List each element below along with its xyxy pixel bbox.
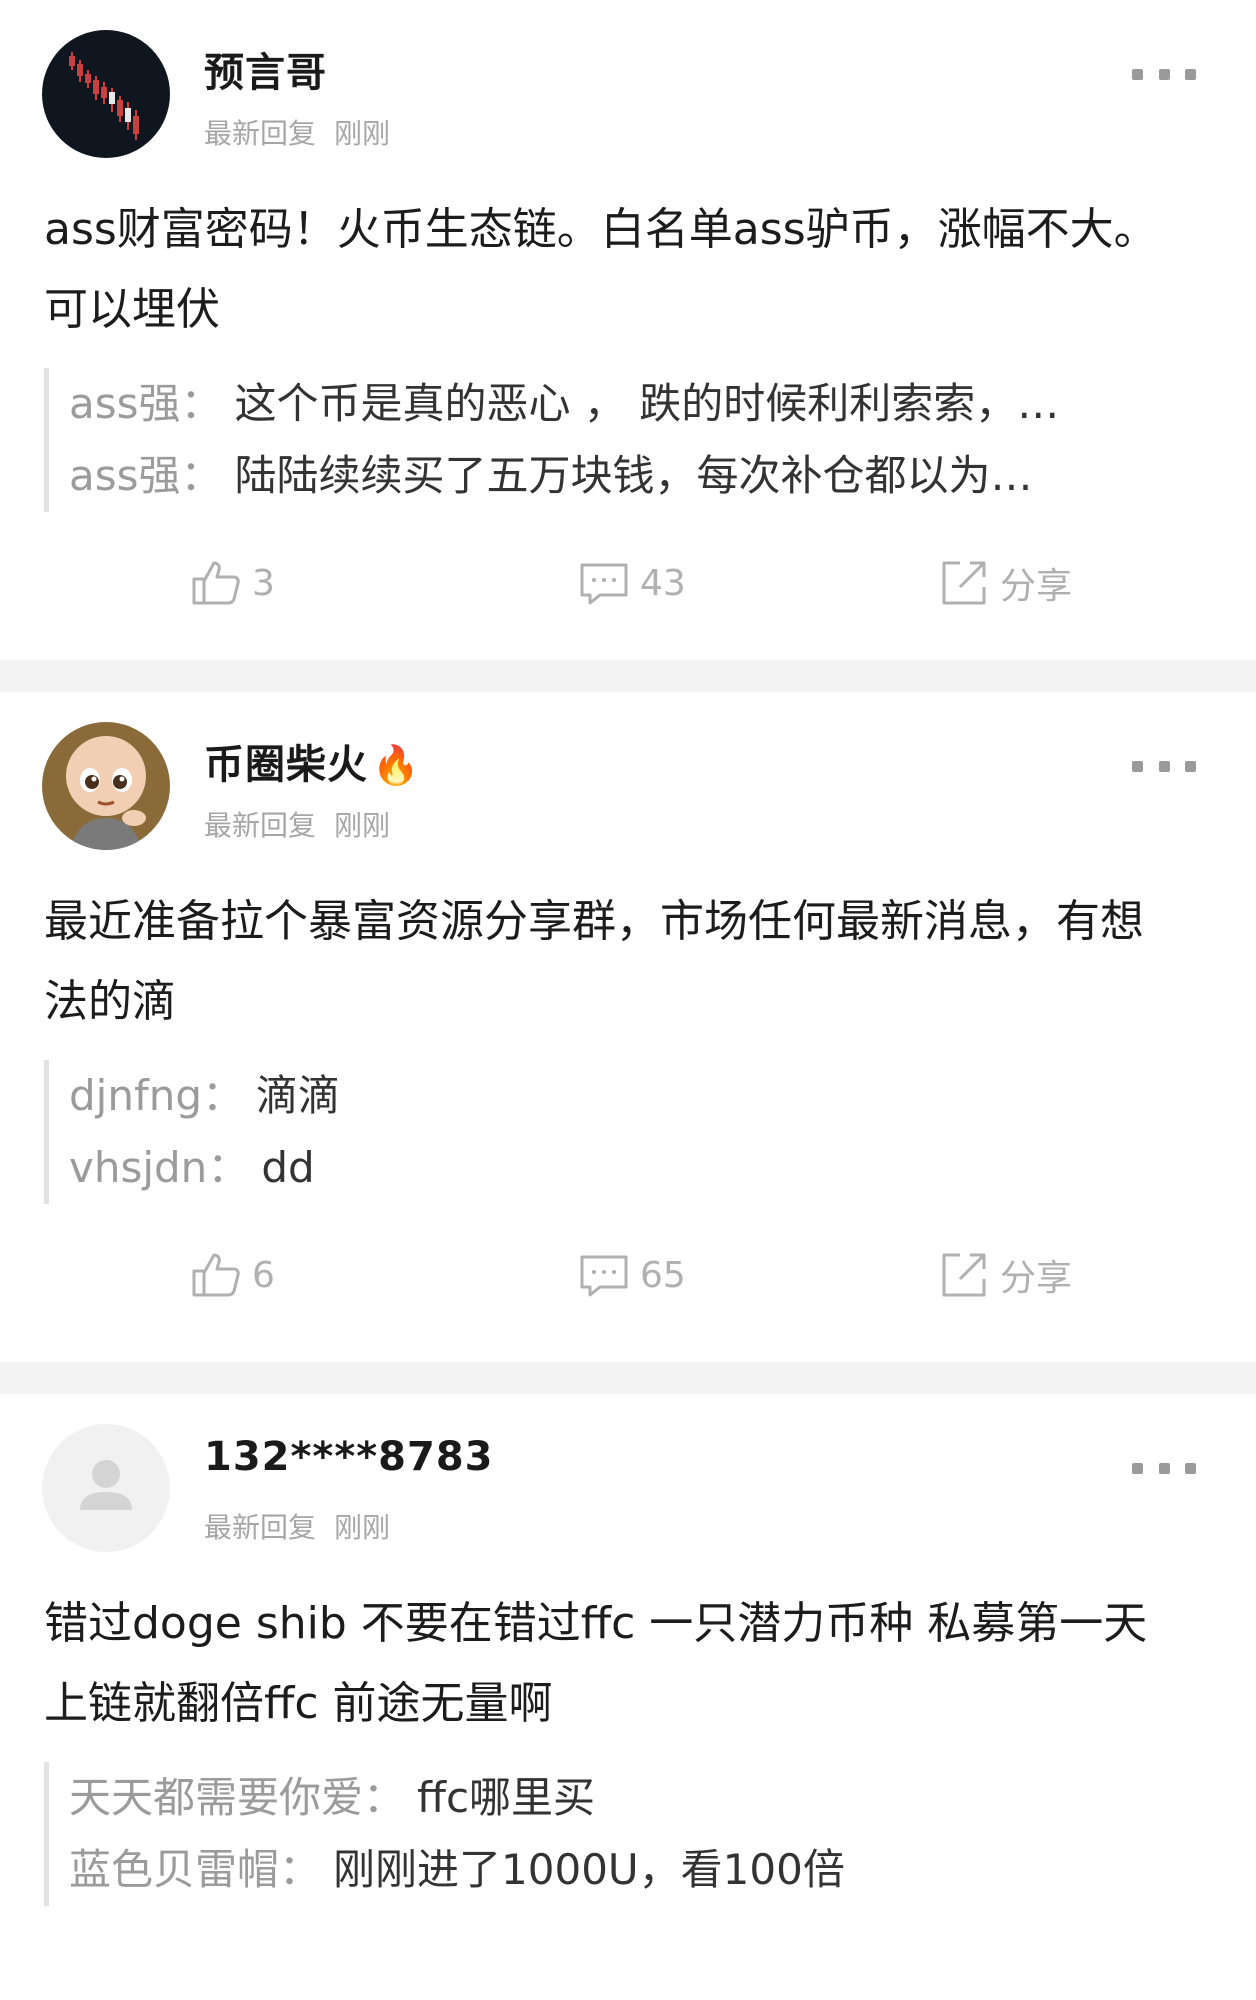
post-content[interactable]: 最近准备拉个暴富资源分享群，市场任何最新消息，有想法的滴 [44,882,1174,1042]
reply-text: 陆陆续续买了五万块钱，每次补仓都以为… [234,451,1033,500]
username-text[interactable]: 币圈柴火 [204,742,368,788]
share-arrow-icon [942,1253,986,1297]
username[interactable]: 132****8783 [204,1434,494,1480]
reply-colon: ： [207,1143,250,1192]
meta-time: 刚刚 [334,117,391,150]
reply-colon: ： [363,1773,406,1822]
comment-feed: 预言哥 最新回复 刚刚 ass财富密码！火币生态链。白名单ass驴币，涨幅不大。可… [0,0,1256,2000]
meta-label: 最新回复 [204,1511,317,1544]
post-meta: 最新回复 刚刚 [204,112,390,152]
reply-preview[interactable]: djnfng： 滴滴 vhsjdn： dd [44,1060,1194,1204]
comment-count: 43 [640,562,686,604]
more-dots-icon[interactable] [1132,758,1196,774]
share-button[interactable]: 分享 [938,1240,1072,1310]
fire-icon: 🔥 [372,743,421,787]
reply-colon: ： [202,1071,245,1120]
chart-avatar-icon[interactable] [42,30,170,158]
reply-author: vhsjdn [69,1143,208,1192]
action-bar: 3 43 分享 [0,548,1256,618]
reply-author: 蓝色贝雷帽 [69,1845,280,1894]
meta-label: 最新回复 [204,809,317,842]
reply-item[interactable]: ass强： 这个币是真的恶心 ， 跌的时候利利索索，… [69,368,1194,440]
post-card: 132****8783 最新回复 刚刚 错过doge shib 不要在错过ffc … [0,1394,1256,2000]
reply-item[interactable]: 蓝色贝雷帽： 刚刚进了1000U，看100倍 [69,1834,1194,1906]
more-dots-icon[interactable] [1132,1460,1196,1476]
share-label: 分享 [1000,1258,1073,1299]
post-content[interactable]: ass财富密码！火币生态链。白名单ass驴币，涨幅不大。可以埋伏 [44,190,1174,350]
like-button[interactable]: 6 [190,1240,275,1310]
reply-preview[interactable]: 天天都需要你爱： ffc哪里买 蓝色贝雷帽： 刚刚进了1000U，看100倍 [44,1762,1194,1906]
reply-text: ffc哪里买 [417,1773,596,1822]
reply-author: djnfng [69,1071,203,1120]
share-label: 分享 [1000,566,1073,607]
post-meta: 最新回复 刚刚 [204,1506,390,1546]
comment-bubble-icon [580,1255,628,1297]
cartoon-monk-avatar-icon[interactable] [42,722,170,850]
meta-time: 刚刚 [334,1511,391,1544]
reply-item[interactable]: 天天都需要你爱： ffc哪里买 [69,1762,1194,1834]
reply-preview[interactable]: ass强： 这个币是真的恶心 ， 跌的时候利利索索，… ass强： 陆陆续续买了五万… [44,368,1194,512]
reply-author: ass强 [69,451,181,500]
username-text[interactable]: 预言哥 [204,50,327,96]
comment-button[interactable]: 43 [578,548,686,618]
reply-text: dd [261,1143,315,1192]
post-card: 币圈柴火 🔥 最新回复 刚刚 最近准备拉个暴富资源分享群，市场任何最新消息，有想法的… [0,692,1256,1362]
reply-text: 滴滴 [256,1071,341,1120]
username-text[interactable]: 132****8783 [204,1434,494,1480]
default-user-avatar-icon[interactable] [42,1424,170,1552]
comment-button[interactable]: 65 [578,1240,686,1310]
action-bar: 6 65 分享 [0,1240,1256,1310]
comment-bubble-icon [580,563,628,605]
comment-count: 65 [640,1254,686,1296]
post-card: 预言哥 最新回复 刚刚 ass财富密码！火币生态链。白名单ass驴币，涨幅不大。可… [0,0,1256,660]
reply-item[interactable]: djnfng： 滴滴 [69,1060,1194,1132]
post-content[interactable]: 错过doge shib 不要在错过ffc 一只潜力币种 私募第一天上链就翻倍ff… [44,1584,1174,1744]
reply-item[interactable]: vhsjdn： dd [69,1132,1194,1204]
like-count: 6 [252,1254,275,1296]
post-divider [0,660,1256,692]
meta-time: 刚刚 [334,809,391,842]
meta-label: 最新回复 [204,117,317,150]
username[interactable]: 预言哥 [204,40,327,98]
more-dots-icon[interactable] [1132,66,1196,82]
post-meta: 最新回复 刚刚 [204,804,390,844]
reply-author: 天天都需要你爱 [69,1773,364,1822]
like-count: 3 [252,562,275,604]
reply-colon: ： [180,451,223,500]
reply-colon: ： [180,379,223,428]
post-divider [0,1362,1256,1394]
reply-author: ass强 [69,379,181,428]
thumbs-up-icon [192,561,240,605]
reply-item[interactable]: ass强： 陆陆续续买了五万块钱，每次补仓都以为… [69,440,1194,512]
like-button[interactable]: 3 [190,548,275,618]
share-button[interactable]: 分享 [938,548,1072,618]
username[interactable]: 币圈柴火 🔥 [204,732,420,790]
reply-text: 刚刚进了1000U，看100倍 [333,1845,845,1894]
reply-colon: ： [279,1845,322,1894]
reply-text: 这个币是真的恶心 ， 跌的时候利利索索，… [234,379,1060,428]
thumbs-up-icon [192,1253,240,1297]
share-arrow-icon [942,561,986,605]
